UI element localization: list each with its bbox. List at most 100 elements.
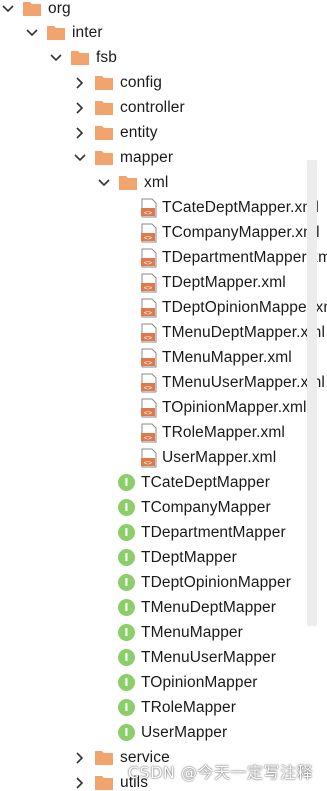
interface-icon: I [118, 724, 135, 741]
tree-file-xml[interactable]: <> TMenuDeptMapper.xml [140, 320, 325, 345]
chevron-down-icon[interactable] [72, 150, 88, 166]
svg-text:<>: <> [144, 259, 153, 267]
tree-file-xml[interactable]: <> TDeptOpinionMapper.xml [140, 295, 327, 320]
tree-node-xml[interactable]: xml [96, 170, 168, 195]
file-label: TOpinionMapper [141, 673, 258, 691]
chevron-down-icon[interactable] [96, 175, 112, 191]
file-label: TDeptOpinionMapper [141, 573, 291, 591]
tree-node-org[interactable]: org [0, 0, 71, 21]
interface-icon: I [118, 499, 135, 516]
tree-file-xml[interactable]: <> TMenuUserMapper.xml [140, 370, 325, 395]
tree-file-interface[interactable]: I TMenuDeptMapper [118, 595, 276, 620]
tree-node-controller[interactable]: controller [72, 95, 185, 120]
xml-file-icon: <> [140, 248, 158, 268]
folder-icon [94, 774, 114, 791]
tree-node-inter[interactable]: inter [24, 20, 103, 45]
tree-file-xml[interactable]: <> TDeptMapper.xml [140, 270, 286, 295]
tree-file-interface[interactable]: I UserMapper [118, 720, 227, 745]
svg-text:<>: <> [144, 209, 153, 217]
folder-icon [94, 124, 114, 141]
tree-file-interface[interactable]: I TMenuMapper [118, 620, 243, 645]
file-label: TDepartmentMapper [141, 523, 286, 541]
tree-node-label: entity [120, 123, 158, 141]
file-label: TRoleMapper.xml [162, 423, 285, 441]
tree-file-xml[interactable]: <> TDepartmentMapper.xml [140, 245, 327, 270]
file-label: TOpinionMapper.xml [162, 398, 307, 416]
tree-file-xml[interactable]: <> TMenuMapper.xml [140, 345, 292, 370]
folder-icon [94, 74, 114, 91]
tree-node-fsb[interactable]: fsb [48, 45, 117, 70]
folder-icon [94, 99, 114, 116]
tree-file-xml[interactable]: <> TOpinionMapper.xml [140, 395, 307, 420]
xml-file-icon: <> [140, 198, 158, 218]
interface-icon: I [118, 574, 135, 591]
xml-file-icon: <> [140, 373, 158, 393]
xml-file-icon: <> [140, 298, 158, 318]
tree-file-interface[interactable]: I TRoleMapper [118, 695, 236, 720]
chevron-down-icon[interactable] [24, 25, 40, 41]
file-label: UserMapper [141, 723, 228, 741]
folder-icon [118, 174, 138, 191]
chevron-right-icon[interactable] [72, 750, 88, 766]
chevron-right-icon[interactable] [72, 125, 88, 141]
interface-icon: I [118, 624, 135, 641]
folder-icon [94, 149, 114, 166]
tree-node-label: controller [120, 98, 185, 116]
chevron-right-icon[interactable] [72, 775, 88, 791]
chevron-down-icon[interactable] [0, 1, 16, 17]
file-label: TDeptMapper.xml [162, 273, 286, 291]
svg-text:<>: <> [144, 384, 153, 392]
file-label: TMenuDeptMapper.xml [162, 323, 325, 341]
chevron-right-icon[interactable] [72, 100, 88, 116]
file-label: TRoleMapper [141, 698, 237, 716]
file-label: TMenuMapper.xml [162, 348, 292, 366]
tree-file-interface[interactable]: I TOpinionMapper [118, 670, 258, 695]
tree-node-config[interactable]: config [72, 70, 162, 95]
folder-icon [22, 0, 42, 17]
file-label: TCompanyMapper [141, 498, 271, 516]
file-label: TDeptOpinionMapper.xml [162, 298, 327, 316]
vertical-scrollbar[interactable] [307, 160, 317, 626]
tree-file-xml[interactable]: <> TCompanyMapper.xml [140, 220, 320, 245]
tree-node-mapper[interactable]: mapper [72, 145, 173, 170]
tree-file-xml[interactable]: <> TRoleMapper.xml [140, 420, 285, 445]
xml-file-icon: <> [140, 348, 158, 368]
file-label: TMenuMapper [141, 623, 243, 641]
tree-node-label: org [48, 0, 71, 17]
tree-node-label: fsb [96, 48, 117, 66]
svg-text:<>: <> [144, 359, 153, 367]
tree-file-xml[interactable]: <> UserMapper.xml [140, 445, 276, 470]
svg-text:<>: <> [144, 234, 153, 242]
xml-file-icon: <> [140, 398, 158, 418]
tree-file-xml[interactable]: <> TCateDeptMapper.xml [140, 195, 319, 220]
chevron-down-icon[interactable] [48, 50, 64, 66]
watermark: CSDN @今天一定写注释 [127, 763, 313, 782]
tree-node-label: mapper [120, 148, 174, 166]
interface-icon: I [118, 649, 135, 666]
tree-file-interface[interactable]: I TCompanyMapper [118, 495, 271, 520]
tree-file-interface[interactable]: I TMenuUserMapper [118, 645, 276, 670]
tree-node-entity[interactable]: entity [72, 120, 158, 145]
svg-text:<>: <> [144, 434, 153, 442]
svg-text:<>: <> [144, 309, 153, 317]
interface-icon: I [118, 549, 135, 566]
project-tree: org inter fsb config controller entity m… [0, 0, 327, 791]
svg-text:<>: <> [144, 409, 153, 417]
tree-file-interface[interactable]: I TCateDeptMapper [118, 470, 270, 495]
xml-file-icon: <> [140, 448, 158, 468]
tree-file-interface[interactable]: I TDepartmentMapper [118, 520, 286, 545]
file-label: TCateDeptMapper [141, 473, 271, 491]
file-label: TDeptMapper [141, 548, 237, 566]
chevron-right-icon[interactable] [72, 75, 88, 91]
interface-icon: I [118, 524, 135, 541]
tree-node-label: inter [72, 23, 103, 41]
xml-file-icon: <> [140, 323, 158, 343]
xml-file-icon: <> [140, 423, 158, 443]
folder-icon [70, 49, 90, 66]
tree-node-label: xml [144, 173, 169, 191]
tree-file-interface[interactable]: I TDeptMapper [118, 545, 237, 570]
tree-file-interface[interactable]: I TDeptOpinionMapper [118, 570, 291, 595]
file-label: TDepartmentMapper.xml [162, 248, 327, 266]
interface-icon: I [118, 474, 135, 491]
svg-text:<>: <> [144, 459, 153, 467]
